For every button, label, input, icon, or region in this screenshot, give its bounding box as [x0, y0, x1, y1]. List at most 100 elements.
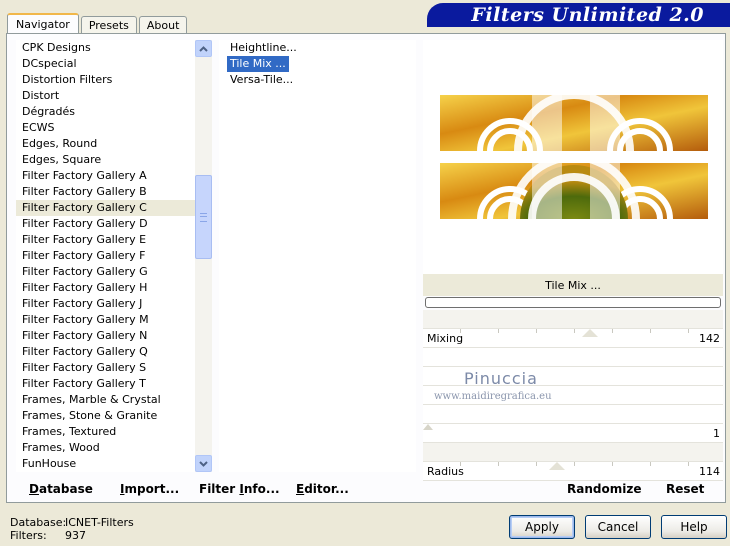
category-item[interactable]: DCspecial — [16, 56, 195, 72]
category-item[interactable]: Filter Factory Gallery B — [16, 184, 195, 200]
button-label: mport... — [124, 482, 180, 496]
tab-presets[interactable]: Presets — [80, 16, 137, 34]
button-label: Randomize — [567, 482, 642, 496]
category-item[interactable]: Filter Factory Gallery S — [16, 360, 195, 376]
slider-2[interactable] — [423, 348, 723, 367]
category-item[interactable]: Filter Factory Gallery T — [16, 376, 195, 392]
slider-thumb[interactable] — [549, 462, 565, 470]
category-item[interactable]: Filter Factory Gallery A — [16, 168, 195, 184]
button-label: nfo... — [243, 482, 280, 496]
tab-label: Presets — [88, 19, 129, 32]
slider-ticks — [423, 462, 723, 466]
filter-info-button[interactable]: Filter Info... — [199, 478, 280, 500]
category-item[interactable]: Filter Factory Gallery C — [16, 200, 195, 216]
tab-label: Navigator — [16, 18, 70, 31]
progress-bar — [425, 297, 721, 308]
chevron-down-icon — [199, 460, 208, 467]
help-button[interactable]: Help — [661, 515, 727, 539]
button-label: Cancel — [597, 520, 639, 534]
mnemonic: D — [29, 482, 39, 496]
category-list[interactable]: CPK Designs DCspecial Distortion Filters Di… — [16, 40, 195, 472]
filter-name-label: Tile Mix ... — [545, 278, 601, 292]
tab-navigator[interactable]: Navigator — [7, 13, 79, 34]
category-item[interactable]: ECWS — [16, 120, 195, 136]
editor-button[interactable]: Editor... — [296, 478, 349, 500]
slider-label: Mixing — [427, 332, 464, 345]
watermark-url: www.maidiregrafica.eu — [434, 391, 552, 402]
app-banner: Filters Unlimited 2.0 — [427, 3, 730, 27]
button-label: Apply — [525, 520, 559, 534]
filter-item[interactable]: Heightline... — [227, 40, 300, 56]
filter-item[interactable]: Tile Mix ... — [227, 56, 289, 72]
slider-value: 114 — [699, 465, 720, 478]
button-label: Reset — [666, 482, 705, 496]
filter-row: Versa-Tile... — [219, 72, 416, 88]
preview-image — [440, 95, 708, 219]
button-label: Help — [680, 520, 708, 534]
category-item[interactable]: Filter Factory Gallery Q — [16, 344, 195, 360]
category-item[interactable]: Filter Factory Gallery D — [16, 216, 195, 232]
tab-bar: Navigator Presets About — [7, 13, 189, 34]
tab-about[interactable]: About — [138, 16, 188, 34]
app-title: Filters Unlimited 2.0 — [471, 4, 704, 26]
category-item[interactable]: Frames, Textured — [16, 424, 195, 440]
category-item[interactable]: Filter Factory Gallery M — [16, 312, 195, 328]
preview-area — [423, 40, 723, 274]
scroll-up-button[interactable] — [195, 40, 212, 57]
category-item[interactable]: Filter Factory Gallery J — [16, 296, 195, 312]
button-label: Filter — [199, 482, 240, 496]
button-label: ditor... — [304, 482, 349, 496]
category-item[interactable]: Frames, Stone & Granite — [16, 408, 195, 424]
category-item[interactable]: Filter Factory Gallery G — [16, 264, 195, 280]
randomize-button[interactable]: Randomize — [567, 478, 641, 500]
filters-count-value: 937 — [65, 529, 86, 542]
category-item[interactable]: Frames, Wood — [16, 440, 195, 456]
database-value: ICNET-Filters — [65, 516, 134, 529]
category-item[interactable]: Frames, Marble & Crystal — [16, 392, 195, 408]
tab-label: About — [146, 19, 180, 32]
category-item[interactable]: Distort — [16, 88, 195, 104]
filter-row: Heightline... — [219, 40, 416, 56]
slider-thumb[interactable] — [582, 329, 598, 337]
category-item[interactable]: Edges, Square — [16, 152, 195, 168]
mnemonic: E — [296, 482, 305, 496]
import-button[interactable]: Import... — [120, 478, 179, 500]
scroll-down-button[interactable] — [195, 455, 212, 472]
category-item[interactable]: Dégradés — [16, 104, 195, 120]
category-item[interactable]: Filter Factory Gallery H — [16, 280, 195, 296]
category-item[interactable]: FunHouse — [16, 456, 195, 472]
slider-mixing[interactable]: Mixing 142 — [423, 329, 723, 348]
category-scrollbar[interactable] — [195, 40, 212, 472]
reset-button[interactable]: Reset — [666, 478, 704, 500]
category-item[interactable]: Filter Factory Gallery E — [16, 232, 195, 248]
slider-spacer — [423, 310, 723, 329]
bottom-toolbar: Database Import... Filter Info... Editor… — [7, 478, 725, 500]
database-label: Database: — [10, 516, 67, 529]
filter-row: Tile Mix ... — [219, 56, 416, 72]
watermark-name: Pinuccia — [464, 369, 538, 388]
slider-5[interactable] — [423, 405, 723, 424]
cancel-button[interactable]: Cancel — [585, 515, 651, 539]
category-item[interactable]: Filter Factory Gallery N — [16, 328, 195, 344]
slider-6[interactable]: 1 — [423, 424, 723, 443]
category-item[interactable]: CPK Designs — [16, 40, 195, 56]
button-label: atabase — [38, 482, 93, 496]
filter-item[interactable]: Versa-Tile... — [227, 72, 296, 88]
apply-button[interactable]: Apply — [509, 515, 575, 539]
database-button[interactable]: Database — [29, 478, 93, 500]
grip-icon — [200, 212, 207, 222]
chevron-up-icon — [199, 45, 208, 52]
filter-name-bar: Tile Mix ... — [423, 274, 723, 296]
category-item[interactable]: Distortion Filters — [16, 72, 195, 88]
status-area: Database:ICNET-Filters Filters: 937 — [10, 516, 134, 542]
slider-thumb[interactable] — [423, 424, 433, 430]
slider-value: 1 — [713, 427, 720, 440]
scroll-thumb[interactable] — [195, 175, 212, 259]
category-item[interactable]: Filter Factory Gallery F — [16, 248, 195, 264]
slider-value: 142 — [699, 332, 720, 345]
slider-spacer — [423, 443, 723, 462]
slider-label: Radius — [427, 465, 464, 478]
filter-list[interactable]: Heightline... Tile Mix ... Versa-Tile... — [219, 40, 416, 472]
filters-count-label: Filters: — [10, 529, 47, 542]
category-item[interactable]: Edges, Round — [16, 136, 195, 152]
